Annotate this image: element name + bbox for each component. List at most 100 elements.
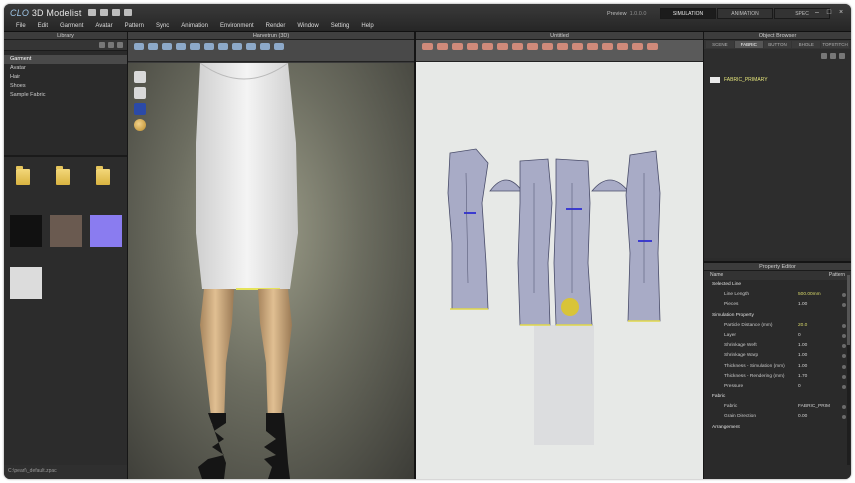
check-sewing-icon[interactable]: [557, 43, 568, 50]
avatar-icon[interactable]: [204, 43, 214, 50]
property-row[interactable]: Shrinkage Warp 1.00: [704, 351, 851, 361]
list-view-icon[interactable]: [108, 42, 114, 48]
add-fabric-icon[interactable]: [821, 53, 827, 59]
annotation-icon[interactable]: [632, 43, 643, 50]
library-tree-item[interactable]: Garment: [4, 55, 127, 64]
library-thumbnail[interactable]: [8, 215, 44, 263]
menu-render[interactable]: Render: [260, 21, 292, 31]
menu-garment[interactable]: Garment: [54, 21, 89, 31]
scrollbar-thumb[interactable]: [847, 275, 850, 345]
library-thumbnail[interactable]: [8, 267, 44, 315]
property-row[interactable]: Thickness - Rendering (mm) 1.70: [704, 372, 851, 382]
library-thumbnail[interactable]: [48, 163, 84, 211]
property-value[interactable]: FABRIC_PRIM: [798, 402, 830, 412]
move-icon[interactable]: [148, 43, 158, 50]
texture-icon[interactable]: [134, 103, 146, 115]
object-browser-tab-topstitch[interactable]: TOPSTITCH: [821, 41, 849, 48]
library-thumbnail[interactable]: [88, 163, 124, 211]
menu-environment[interactable]: Environment: [214, 21, 260, 31]
lighting-icon[interactable]: [134, 119, 146, 131]
mode-tab-simulation[interactable]: SIMULATION: [660, 8, 716, 19]
simulate-icon[interactable]: [218, 43, 228, 50]
shirt-icon[interactable]: [134, 87, 146, 99]
pattern-piece-front-left[interactable]: [447, 148, 489, 310]
property-row[interactable]: Thickness - Simulation (mm) 1.00: [704, 362, 851, 372]
button-icon[interactable]: [572, 43, 583, 50]
menu-sync[interactable]: Sync: [150, 21, 175, 31]
pattern-piece-front-right[interactable]: [625, 150, 661, 322]
edit-pattern-icon[interactable]: [437, 43, 448, 50]
zoom-icon[interactable]: [647, 43, 658, 50]
camera-icon[interactable]: [260, 43, 270, 50]
object-browser-tab-bhole[interactable]: BHOLE: [792, 41, 821, 48]
property-value[interactable]: 1.70: [798, 372, 807, 382]
property-value[interactable]: 1.00: [798, 300, 807, 310]
sewing-icon[interactable]: [542, 43, 553, 50]
menu-edit[interactable]: Edit: [32, 21, 54, 31]
edit-dot-icon[interactable]: [842, 293, 846, 298]
property-value[interactable]: 0: [798, 382, 801, 392]
topstitch-icon[interactable]: [587, 43, 598, 50]
view-mode-icon[interactable]: [274, 43, 284, 50]
edit-dot-icon[interactable]: [842, 384, 846, 389]
library-thumbnail[interactable]: [88, 215, 124, 263]
object-browser-tab-button[interactable]: BUTTON: [763, 41, 792, 48]
edit-dot-icon[interactable]: [842, 333, 846, 338]
fabric-list-item[interactable]: FABRIC_PRIMARY: [710, 77, 768, 83]
edit-dot-icon[interactable]: [842, 374, 846, 379]
redo-icon[interactable]: [124, 9, 132, 16]
save-icon[interactable]: [88, 9, 96, 16]
library-tree-item[interactable]: Sample Fabric: [4, 91, 127, 100]
menu-window[interactable]: Window: [291, 21, 324, 31]
property-value[interactable]: 1.00: [798, 362, 807, 372]
fold-arrange-icon[interactable]: [602, 43, 613, 50]
minimize-icon[interactable]: –: [813, 9, 821, 17]
property-row[interactable]: Grain Direction 0.00: [704, 412, 851, 422]
library-thumbnail[interactable]: [48, 215, 84, 263]
mode-tab-animation[interactable]: ANIMATION: [717, 8, 773, 19]
render-icon[interactable]: [246, 43, 256, 50]
property-row[interactable]: Particle Distance (mm) 20.0: [704, 321, 851, 331]
thumbnail-view-icon[interactable]: [117, 42, 123, 48]
object-browser-tab-fabric[interactable]: FABRIC: [734, 41, 763, 48]
menu-pattern[interactable]: Pattern: [119, 21, 150, 31]
property-section[interactable]: Fabric: [704, 392, 851, 402]
library-tree-item[interactable]: Hair: [4, 73, 127, 82]
circle-icon[interactable]: [497, 43, 508, 50]
property-row[interactable]: Layer 0: [704, 331, 851, 341]
seam-icon[interactable]: [527, 43, 538, 50]
add-point-icon[interactable]: [452, 43, 463, 50]
edit-dot-icon[interactable]: [842, 415, 846, 420]
edit-dot-icon[interactable]: [842, 323, 846, 328]
property-value[interactable]: 0: [798, 331, 801, 341]
property-value[interactable]: 20.0: [798, 321, 807, 331]
menu-file[interactable]: File: [10, 21, 32, 31]
property-row[interactable]: Line Length 500.00mm: [704, 290, 851, 300]
pin-icon[interactable]: [162, 43, 172, 50]
maximize-icon[interactable]: □: [825, 9, 833, 17]
library-thumbnail[interactable]: [8, 163, 44, 211]
close-icon[interactable]: ×: [837, 9, 845, 17]
front-view-icon[interactable]: [134, 71, 146, 83]
edit-dot-icon[interactable]: [842, 354, 846, 359]
pattern-canvas[interactable]: [416, 63, 703, 479]
transform-pattern-icon[interactable]: [422, 43, 433, 50]
property-row[interactable]: Pressure 0: [704, 382, 851, 392]
property-row[interactable]: Pieces 1.00: [704, 300, 851, 310]
avatar-scene[interactable]: [128, 63, 414, 479]
menu-avatar[interactable]: Avatar: [89, 21, 118, 31]
grain-icon[interactable]: [617, 43, 628, 50]
property-value[interactable]: 1.00: [798, 341, 807, 351]
measure-icon[interactable]: [232, 43, 242, 50]
property-section[interactable]: Selected Line: [704, 280, 851, 290]
property-section[interactable]: Simulation Property: [704, 311, 851, 321]
open-icon[interactable]: [100, 9, 108, 16]
pattern-piece-center-left[interactable]: [517, 158, 553, 326]
library-tree-item[interactable]: Shoes: [4, 82, 127, 91]
edit-dot-icon[interactable]: [842, 344, 846, 349]
add-folder-icon[interactable]: [99, 42, 105, 48]
rectangle-icon[interactable]: [482, 43, 493, 50]
edit-dot-icon[interactable]: [842, 303, 846, 308]
delete-fabric-icon[interactable]: [839, 53, 845, 59]
property-scrollbar[interactable]: [847, 275, 850, 465]
